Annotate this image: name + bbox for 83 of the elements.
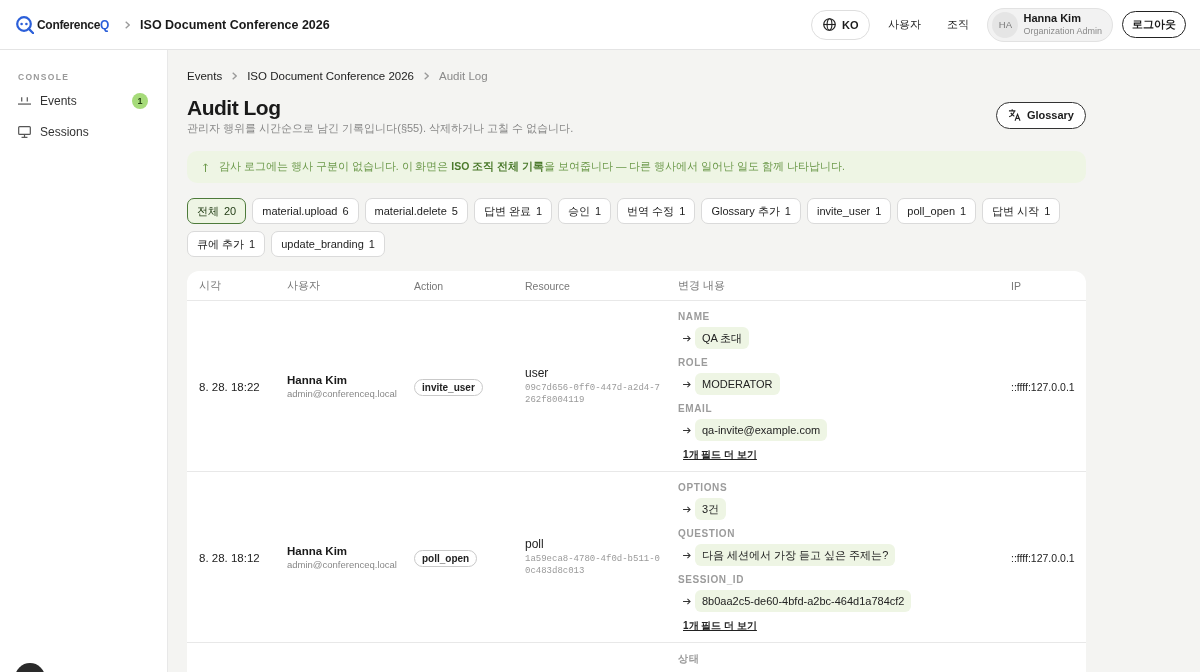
logout-button[interactable]: 로그아웃	[1122, 11, 1186, 38]
ip-address: ::ffff:127.0.0.1	[1011, 381, 1075, 393]
count-badge: 1	[132, 92, 148, 109]
user-name: Hanna Kim	[1023, 12, 1082, 25]
page-subtitle: 관리자 행위를 시간순으로 남긴 기록입니다(§55). 삭제하거나 고칠 수 없습니다.	[187, 121, 574, 135]
user-role: Organization Admin	[1023, 25, 1102, 37]
bar-ticks-icon	[18, 96, 31, 105]
filter-chip[interactable]: 답변 시작 1	[982, 198, 1061, 224]
arrow-right-icon	[683, 597, 691, 605]
field-label: 상태	[678, 653, 700, 665]
arrow-right-icon	[683, 334, 691, 342]
field-value: 3건	[695, 498, 727, 520]
chevron-right-icon	[424, 72, 430, 80]
resource-type: user	[525, 366, 550, 381]
column-header: Resource	[524, 279, 571, 292]
filter-chip[interactable]: 번역 수정 1	[617, 198, 696, 224]
field-label: QUESTION	[678, 528, 736, 540]
resource-id: 1a59eca8-4780-4f0d-b511-00c483d8c013	[525, 553, 660, 577]
column-header: Action	[413, 279, 445, 292]
breadcrumb-link[interactable]: ISO Document Conference 2026	[247, 68, 415, 84]
sidebar-item[interactable]: Events 1	[18, 85, 149, 116]
field-label: ROLE	[678, 357, 709, 369]
resource-id: 09c7d656-0ff0-447d-a2d4-7262f8004119	[525, 382, 660, 406]
sidebar-item[interactable]: Sessions	[18, 116, 149, 147]
arrow-right-icon	[683, 505, 691, 513]
action-tag: invite_user	[414, 378, 483, 396]
monitor-icon	[18, 125, 31, 138]
filter-chip[interactable]: 전체 20	[187, 198, 247, 224]
notice-text: 감사 로그에는 행사 구분이 없습니다. 이 화면은 ISO 조직 전체 기록을 보여줍니다 — 다른 행사에서 일어난 일도 함께 나타납니다.	[219, 160, 845, 174]
ip-address: ::ffff:127.0.0.1	[1011, 552, 1075, 564]
user-menu-button[interactable]: HA Hanna Kim Organization Admin	[987, 7, 1113, 42]
field-value: 8b0aa2c5-de60-4bfd-a2bc-464d1a784cf2	[695, 590, 912, 612]
column-header: IP	[1010, 279, 1022, 292]
show-more-link[interactable]: 1개 필드 더 보기	[678, 620, 757, 632]
logo-text: ConferenceQ	[37, 17, 110, 32]
section-label: CONSOLE	[18, 71, 71, 83]
column-header: 사용자	[286, 278, 321, 293]
time-text: 8. 28. 18:22	[199, 381, 260, 393]
filter-chip[interactable]: 승인 1	[558, 198, 612, 224]
filter-chip[interactable]: Glossary 추가 1	[701, 198, 801, 224]
arrow-right-icon	[683, 551, 691, 559]
user-name: Hanna Kim	[287, 372, 349, 387]
field-label: EMAIL	[678, 403, 713, 415]
page-title: Audit Log	[187, 95, 282, 121]
user-email: admin@conferenceq.local	[287, 386, 398, 400]
nav-link[interactable]: 사용자	[888, 17, 922, 32]
current-page-label: Audit Log	[439, 69, 488, 84]
language-button[interactable]: KO	[810, 9, 871, 40]
arrow-right-icon	[683, 380, 691, 388]
action-tag: poll_open	[414, 549, 478, 567]
column-header: 변경 내용	[677, 278, 726, 293]
field-label: SESSION_ID	[678, 574, 745, 586]
field-label: OPTIONS	[678, 482, 728, 494]
filter-chip[interactable]: update_branding 1	[271, 231, 385, 257]
filter-chip[interactable]: poll_open 1	[897, 198, 977, 224]
show-more-link[interactable]: 1개 필드 더 보기	[678, 449, 757, 461]
field-value: MODERATOR	[695, 373, 780, 395]
filter-chip[interactable]: invite_user 1	[806, 198, 892, 224]
field-value: 다음 세션에서 가장 듣고 싶은 주제는?	[695, 544, 896, 566]
arrow-right-icon	[683, 426, 691, 434]
filter-chip[interactable]: 큐에 추가 1	[187, 231, 266, 257]
arrow-up-icon	[203, 162, 208, 172]
user-name: Hanna Kim	[287, 543, 349, 558]
nav-link[interactable]: 조직	[947, 17, 970, 32]
field-value: QA 초대	[695, 327, 750, 349]
user-email: admin@conferenceq.local	[287, 557, 398, 571]
breadcrumb-link[interactable]: Events	[187, 68, 223, 84]
resource-type: poll	[525, 537, 545, 552]
time-text: 8. 28. 18:12	[199, 552, 260, 564]
glossary-button[interactable]: Glossary	[995, 101, 1086, 129]
chevron-right-icon	[125, 20, 131, 29]
translate-icon	[1007, 109, 1021, 121]
filter-chip[interactable]: material.delete 5	[364, 198, 468, 224]
event-title: ISO Document Conference 2026	[140, 17, 330, 32]
filter-chip[interactable]: 답변 완료 1	[473, 198, 553, 224]
filter-chip[interactable]: material.upload 6	[252, 198, 359, 224]
column-header: 시각	[198, 278, 222, 293]
avatar-initials: HA	[992, 11, 1019, 38]
chevron-right-icon	[232, 72, 238, 80]
field-value: qa-invite@example.com	[695, 419, 828, 441]
globe-icon	[822, 18, 836, 31]
logo-icon	[16, 15, 34, 34]
field-label: NAME	[678, 311, 710, 323]
